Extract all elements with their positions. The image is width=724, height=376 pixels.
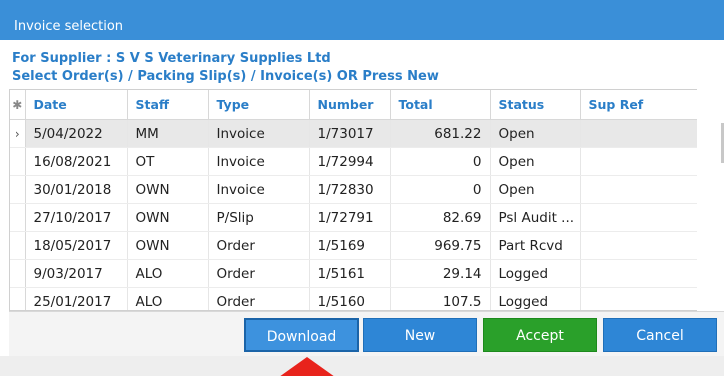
cell-status: Open xyxy=(490,175,581,204)
cell-number: 1/72830 xyxy=(309,175,391,204)
cell-type: Invoice xyxy=(208,119,310,148)
cell-date: 27/10/2017 xyxy=(25,203,128,232)
cell-date: 18/05/2017 xyxy=(25,231,128,260)
cell-sup-ref xyxy=(580,147,698,176)
invoice-selection-window: Invoice selection For Supplier : S V S V… xyxy=(0,0,724,376)
invoice-grid[interactable]: ✱ Date Staff Type Number Total Status Su… xyxy=(9,89,698,311)
cell-number: 1/5169 xyxy=(309,231,391,260)
cell-sup-ref xyxy=(580,287,698,310)
cell-total: 0 xyxy=(390,175,491,204)
cell-type: Order xyxy=(208,259,310,288)
cell-number: 1/5160 xyxy=(309,287,391,310)
status-strip xyxy=(0,356,724,376)
cell-staff: OWN xyxy=(127,203,209,232)
cell-total: 29.14 xyxy=(390,259,491,288)
cell-type: Order xyxy=(208,287,310,310)
cell-type: P/Slip xyxy=(208,203,310,232)
cell-type: Order xyxy=(208,231,310,260)
cell-total: 107.5 xyxy=(390,287,491,310)
cell-date: 9/03/2017 xyxy=(25,259,128,288)
cell-status: Logged xyxy=(490,287,581,310)
cell-staff: OWN xyxy=(127,175,209,204)
cell-number: 1/5161 xyxy=(309,259,391,288)
column-header-type[interactable]: Type xyxy=(208,90,310,120)
cancel-button[interactable]: Cancel xyxy=(603,318,717,352)
table-row[interactable]: 18/05/2017 OWN Order 1/5169 969.75 Part Rcvd xyxy=(10,231,698,260)
cell-status: Open xyxy=(490,119,581,148)
download-button[interactable]: Download xyxy=(244,318,359,352)
red-arrow-icon xyxy=(279,357,335,376)
cell-status: Psl Audit ... xyxy=(490,203,581,232)
cell-sup-ref xyxy=(580,259,698,288)
cell-staff: ALO xyxy=(127,259,209,288)
instructions-panel: For Supplier : S V S Veterinary Supplies… xyxy=(12,50,439,86)
invoice-table: ✱ Date Staff Type Number Total Status Su… xyxy=(10,90,698,310)
cell-date: 5/04/2022 xyxy=(25,119,128,148)
table-row[interactable]: 25/01/2017 ALO Order 1/5160 107.5 Logged xyxy=(10,287,698,310)
cell-date: 30/01/2018 xyxy=(25,175,128,204)
select-all-header[interactable]: ✱ xyxy=(10,90,26,120)
new-button[interactable]: New xyxy=(363,318,477,352)
instruction-line: Select Order(s) / Packing Slip(s) / Invo… xyxy=(12,69,439,84)
cell-status: Logged xyxy=(490,259,581,288)
cell-date: 16/08/2021 xyxy=(25,147,128,176)
cell-total: 681.22 xyxy=(390,119,491,148)
cell-sup-ref xyxy=(580,203,698,232)
cell-total: 969.75 xyxy=(390,231,491,260)
table-row[interactable]: 27/10/2017 OWN P/Slip 1/72791 82.69 Psl Audit… xyxy=(10,203,698,232)
row-selector[interactable] xyxy=(10,203,26,232)
cell-sup-ref xyxy=(580,119,698,148)
cell-type: Invoice xyxy=(208,175,310,204)
column-header-sup-ref[interactable]: Sup Ref xyxy=(580,90,698,120)
row-selector[interactable] xyxy=(10,287,26,310)
supplier-line: For Supplier : S V S Veterinary Supplies… xyxy=(12,51,331,66)
table-row[interactable]: 16/08/2021 OT Invoice 1/72994 0 Open xyxy=(10,147,698,176)
cell-total: 82.69 xyxy=(390,203,491,232)
column-header-staff[interactable]: Staff xyxy=(127,90,209,120)
column-header-number[interactable]: Number xyxy=(309,90,391,120)
column-header-status[interactable]: Status xyxy=(490,90,581,120)
grid-header-row: ✱ Date Staff Type Number Total Status Su… xyxy=(10,90,698,120)
current-row-indicator-icon[interactable]: › xyxy=(10,119,26,148)
row-selector[interactable] xyxy=(10,259,26,288)
title-bar: Invoice selection xyxy=(0,0,724,40)
cell-staff: OWN xyxy=(127,231,209,260)
cell-number: 1/72994 xyxy=(309,147,391,176)
cell-staff: ALO xyxy=(127,287,209,310)
table-row[interactable]: › 5/04/2022 MM Invoice 1/73017 681.22 Open xyxy=(10,119,698,148)
cell-status: Part Rcvd xyxy=(490,231,581,260)
table-row[interactable]: 9/03/2017 ALO Order 1/5161 29.14 Logged xyxy=(10,259,698,288)
row-selector[interactable] xyxy=(10,231,26,260)
vertical-scrollbar[interactable] xyxy=(697,89,724,311)
cell-staff: MM xyxy=(127,119,209,148)
window-title: Invoice selection xyxy=(14,19,124,34)
accept-button[interactable]: Accept xyxy=(483,318,597,352)
cell-sup-ref xyxy=(580,231,698,260)
cell-total: 0 xyxy=(390,147,491,176)
row-selector[interactable] xyxy=(10,147,26,176)
cell-number: 1/72791 xyxy=(309,203,391,232)
table-row[interactable]: 30/01/2018 OWN Invoice 1/72830 0 Open xyxy=(10,175,698,204)
cell-sup-ref xyxy=(580,175,698,204)
column-header-total[interactable]: Total xyxy=(390,90,491,120)
cell-staff: OT xyxy=(127,147,209,176)
cell-number: 1/73017 xyxy=(309,119,391,148)
cell-status: Open xyxy=(490,147,581,176)
cell-date: 25/01/2017 xyxy=(25,287,128,310)
row-selector[interactable] xyxy=(10,175,26,204)
column-header-date[interactable]: Date xyxy=(25,90,128,120)
cell-type: Invoice xyxy=(208,147,310,176)
